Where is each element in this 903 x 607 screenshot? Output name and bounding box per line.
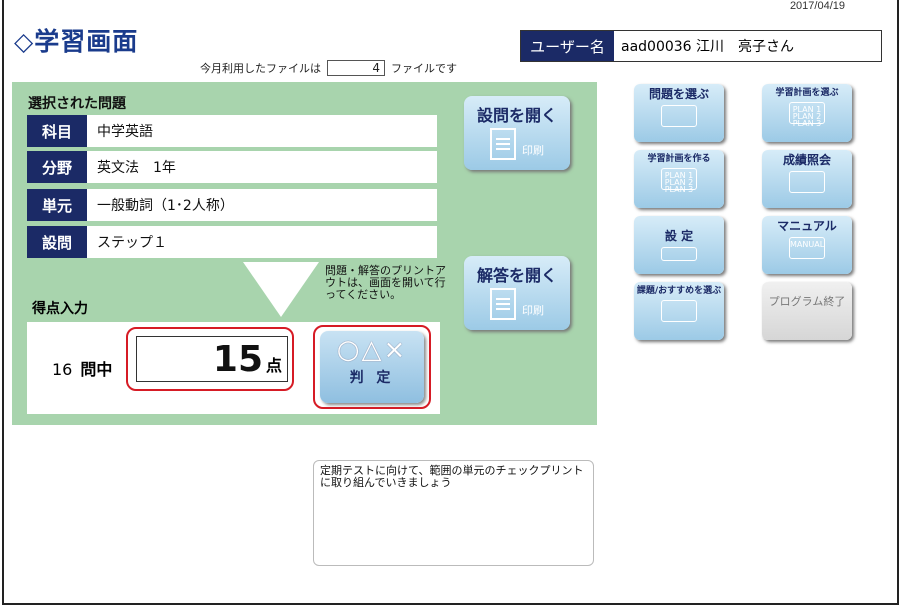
print-label: 印刷: [522, 304, 544, 317]
make-plan-button[interactable]: 学習計画を作る PLAN 1 PLAN 2 PLAN 3: [634, 150, 724, 208]
document-icon: [490, 128, 516, 160]
choose-problem-label: 問題を選ぶ: [648, 87, 709, 101]
question-row: 設問 ステップ１: [27, 226, 437, 258]
choose-problem-button[interactable]: 問題を選ぶ: [634, 84, 724, 142]
subject-row: 科目 中学英語: [27, 115, 437, 147]
question-value: ステップ１: [97, 235, 167, 251]
usage-prefix: 今月利用したファイルは: [200, 62, 321, 75]
plan-list-icon: PLAN 1 PLAN 2 PLAN 3: [661, 168, 697, 194]
score-input-label: 得点入力: [32, 301, 88, 317]
down-arrow-icon: [243, 262, 319, 317]
judge-symbols-icon: ○△×: [336, 335, 408, 365]
recommend-label: 課題/おすすめを選ぶ: [636, 286, 722, 296]
exit-program-button[interactable]: プログラム終了: [762, 282, 852, 340]
manual-book-icon: MANUAL: [789, 237, 825, 259]
open-answer-label: 解答を開く: [476, 266, 557, 285]
user-info: ユーザー名 aad00036 江川 亮子さん: [520, 30, 882, 62]
field-value: 英文法 1年: [97, 160, 176, 176]
manual-label: マニュアル: [777, 219, 837, 233]
recommend-button[interactable]: 課題/おすすめを選ぶ: [634, 282, 724, 340]
wrench-icon: [661, 247, 697, 261]
field-row: 分野 英文法 1年: [27, 151, 437, 183]
question-total-value: 16: [52, 360, 73, 379]
choose-plan-button[interactable]: 学習計画を選ぶ PLAN 1 PLAN 2 PLAN 3: [762, 84, 852, 142]
question-total: 16 問中: [52, 356, 112, 380]
report-icon: [789, 171, 825, 193]
monthly-usage: 今月利用したファイルは 4 ファイルです: [200, 60, 457, 76]
open-question-label: 設問を開く: [476, 106, 557, 125]
question-total-unit: 問中: [80, 360, 113, 379]
open-answer-button[interactable]: 解答を開く 印刷: [464, 256, 570, 330]
plan-list-icon: PLAN 1 PLAN 2 PLAN 3: [789, 102, 825, 128]
question-key: 設問: [27, 226, 87, 258]
settings-button[interactable]: 設 定: [634, 216, 724, 274]
exit-program-label: プログラム終了: [768, 295, 846, 308]
choose-plan-label: 学習計画を選ぶ: [775, 88, 839, 98]
subject-value: 中学英語: [97, 124, 153, 140]
problem-list-icon: [661, 105, 697, 127]
current-date: 2017/04/19: [789, 0, 845, 12]
user-name-field: aad00036 江川 亮子さん: [621, 39, 795, 55]
print-label: 印刷: [522, 144, 544, 157]
document-icon: [490, 288, 516, 320]
unit-value: 一般動詞（1･2人称）: [97, 198, 234, 214]
subject-key: 科目: [27, 115, 87, 147]
unit-row: 単元 一般動詞（1･2人称）: [27, 189, 437, 221]
selected-problem-title: 選択された問題: [28, 96, 126, 112]
open-question-button[interactable]: 設問を開く 印刷: [464, 96, 570, 170]
page-title: ◇学習画面: [14, 27, 139, 56]
grades-label: 成績照会: [782, 153, 831, 167]
make-plan-label: 学習計画を作る: [647, 154, 711, 164]
comment-box: 定期テストに向けて、範囲の単元のチェックプリントに取り組んでいきましょう: [313, 460, 594, 566]
judge-label: 判 定: [349, 370, 395, 386]
usage-count-field: 4: [327, 60, 385, 76]
manual-button[interactable]: マニュアル MANUAL: [762, 216, 852, 274]
settings-label: 設 定: [664, 229, 694, 243]
user-label: ユーザー名: [521, 31, 615, 61]
judge-button[interactable]: ○△× 判 定: [320, 331, 424, 403]
task-list-icon: [661, 300, 697, 322]
field-key: 分野: [27, 151, 87, 183]
usage-suffix: ファイルです: [391, 62, 457, 75]
grades-button[interactable]: 成績照会: [762, 150, 852, 208]
score-unit: 点: [266, 356, 283, 375]
print-note: 問題・解答のプリントアウトは、画面を開いて行ってください。: [325, 264, 446, 301]
unit-key: 単元: [27, 189, 87, 221]
